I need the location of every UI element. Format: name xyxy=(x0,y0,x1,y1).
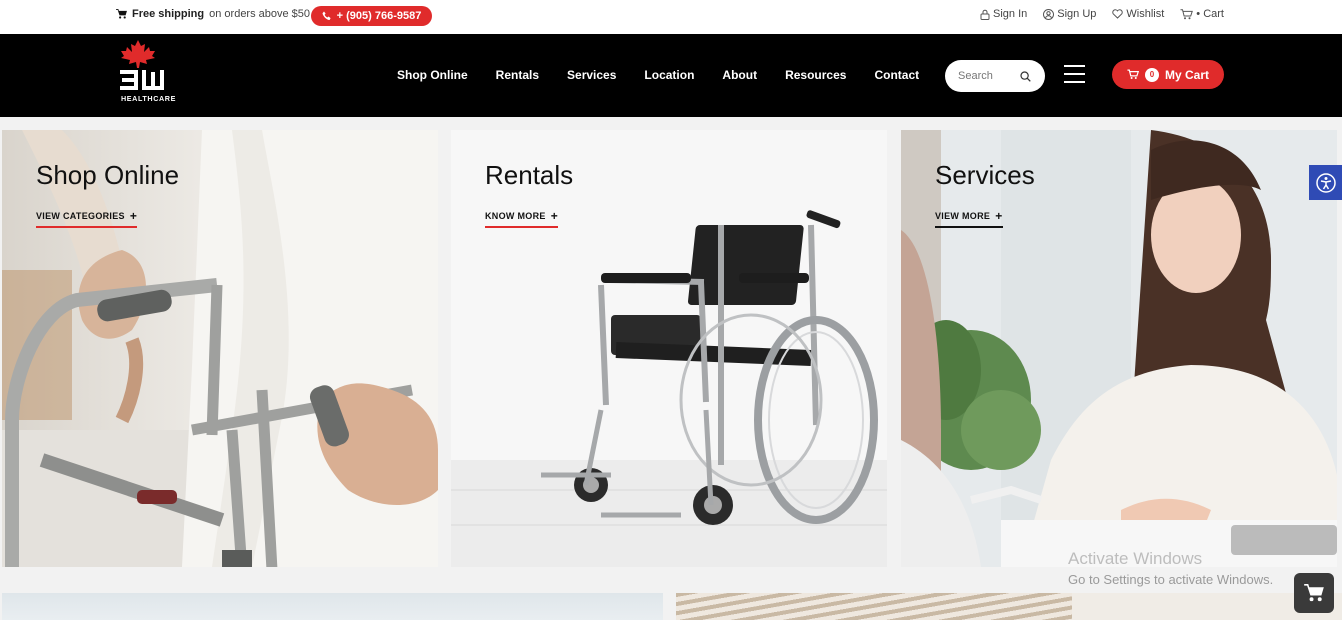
sign-in-link[interactable]: Sign In xyxy=(980,8,1027,20)
plus-icon: + xyxy=(129,209,138,223)
view-categories-link[interactable]: VIEW CATEGORIES + xyxy=(36,209,138,228)
nav-contact[interactable]: Contact xyxy=(874,68,919,82)
wheelchair-photo xyxy=(451,130,887,567)
free-shipping-notice: Free shipping on orders above $50 xyxy=(116,8,310,20)
cart-icon xyxy=(116,9,127,19)
user-icon xyxy=(1043,8,1055,20)
maple-leaf-icon xyxy=(121,40,155,68)
my-cart-label: My Cart xyxy=(1164,67,1209,82)
accessibility-icon xyxy=(1315,172,1336,193)
search-icon[interactable] xyxy=(1020,70,1031,82)
cart-link[interactable]: • Cart xyxy=(1180,8,1224,20)
consultation-photo xyxy=(901,130,1337,567)
nav-services[interactable]: Services xyxy=(567,68,616,82)
main-header: HEALTHCARE Shop Online Rentals Services … xyxy=(0,34,1342,117)
cart-icon xyxy=(1127,69,1139,80)
nav-location[interactable]: Location xyxy=(644,68,694,82)
brand-logo[interactable]: HEALTHCARE xyxy=(116,40,188,112)
lock-icon xyxy=(980,9,990,20)
bottom-card-middle[interactable] xyxy=(676,593,1072,620)
card-title: Shop Online xyxy=(36,160,180,190)
services-card[interactable]: Services VIEW MORE + xyxy=(901,130,1337,567)
cta-label: VIEW MORE xyxy=(935,211,991,221)
heart-icon xyxy=(1112,9,1124,19)
card-title: Services xyxy=(935,160,1035,190)
shop-online-card[interactable]: Shop Online VIEW CATEGORIES + xyxy=(2,130,438,567)
plus-icon: + xyxy=(995,209,1003,223)
logo-text: HEALTHCARE xyxy=(121,94,176,103)
wishlist-link[interactable]: Wishlist xyxy=(1112,8,1164,20)
cart-icon xyxy=(1180,8,1194,19)
nav-about[interactable]: About xyxy=(722,68,757,82)
nav-shop-online[interactable]: Shop Online xyxy=(397,68,468,82)
accessibility-button[interactable] xyxy=(1309,165,1342,200)
menu-hamburger-icon[interactable] xyxy=(1064,65,1085,83)
wishlist-label: Wishlist xyxy=(1126,8,1165,20)
floating-cart-button[interactable] xyxy=(1294,573,1334,613)
my-cart-button[interactable]: 0 My Cart xyxy=(1112,60,1224,89)
search-placeholder: Search xyxy=(958,70,993,82)
walker-photo xyxy=(2,130,438,567)
free-shipping-rest: on orders above $50 xyxy=(209,8,311,20)
main-nav: Shop Online Rentals Services Location Ab… xyxy=(397,68,919,82)
sign-in-label: Sign In xyxy=(993,8,1028,20)
cart-count-badge: 0 xyxy=(1144,67,1159,82)
phone-button[interactable]: + (905) 766-9587 xyxy=(311,6,432,26)
phone-number: + (905) 766-9587 xyxy=(336,10,422,22)
bottom-card-left[interactable] xyxy=(2,593,663,620)
watermark-line-2: Go to Settings to activate Windows. xyxy=(1068,572,1274,587)
nav-rentals[interactable]: Rentals xyxy=(496,68,539,82)
view-more-link[interactable]: VIEW MORE + xyxy=(935,209,1003,228)
plus-icon: + xyxy=(550,209,559,223)
card-title: Rentals xyxy=(485,160,574,190)
know-more-link[interactable]: KNOW MORE + xyxy=(485,209,559,228)
search-box[interactable]: Search xyxy=(945,60,1045,92)
watermark-line-1: Activate Windows xyxy=(1068,549,1203,568)
cta-label: VIEW CATEGORIES xyxy=(36,211,125,221)
cta-label: KNOW MORE xyxy=(485,211,546,221)
sign-up-label: Sign Up xyxy=(1057,8,1097,20)
account-links: Sign In Sign Up Wishlist • Cart xyxy=(980,8,1224,20)
windows-activation-watermark: Activate Windows Go to Settings to activ… xyxy=(1068,549,1273,587)
cart-icon xyxy=(1304,584,1324,602)
top-bar: Free shipping on orders above $50 + (905… xyxy=(0,0,1342,34)
free-shipping-strong: Free shipping xyxy=(132,8,205,20)
phone-icon xyxy=(322,11,331,20)
nav-resources[interactable]: Resources xyxy=(785,68,846,82)
sign-up-link[interactable]: Sign Up xyxy=(1043,8,1096,20)
rentals-card[interactable]: Rentals KNOW MORE + xyxy=(451,130,887,567)
cart-label: • Cart xyxy=(1196,8,1224,20)
